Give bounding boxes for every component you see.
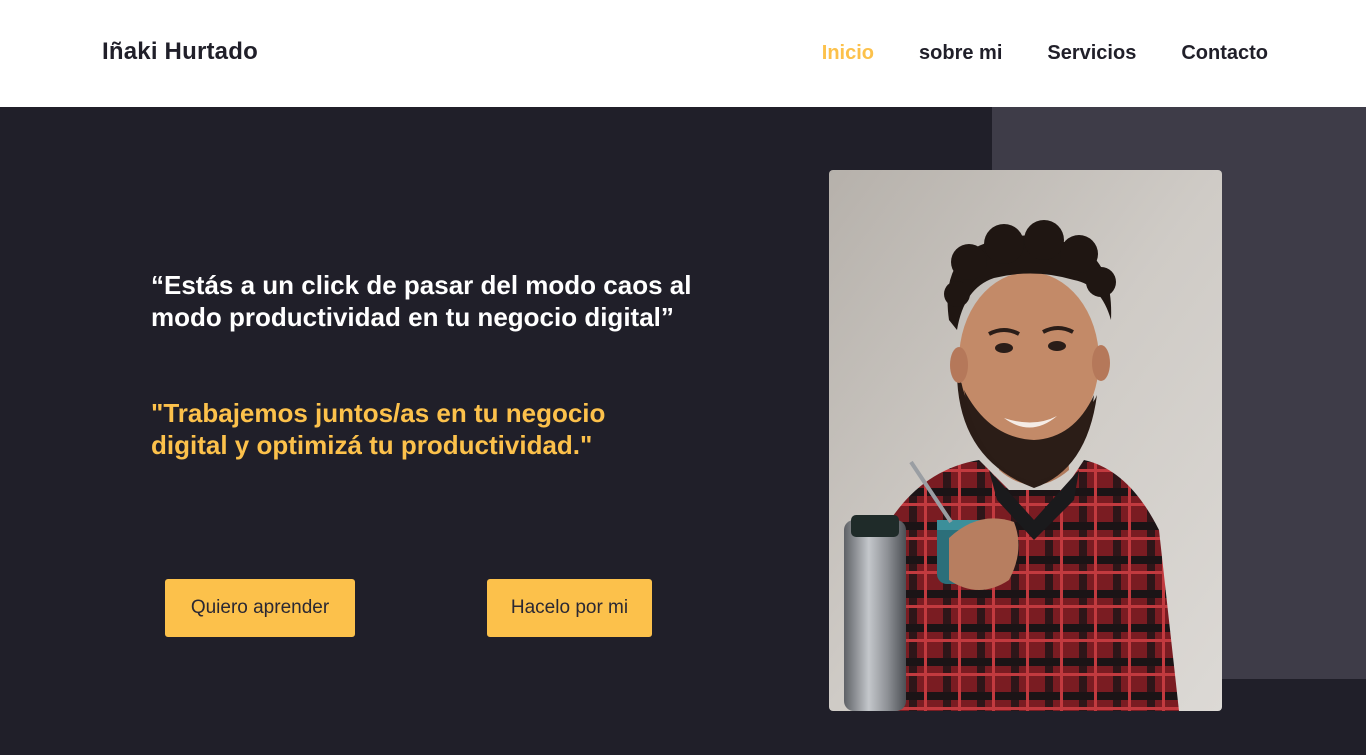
hero-tagline: "Trabajemos juntos/as en tu negocio digi…: [151, 398, 606, 460]
nav-item-inicio[interactable]: Inicio: [822, 42, 874, 65]
learn-button[interactable]: Quiero aprender: [165, 579, 355, 637]
nav-item-contacto[interactable]: Contacto: [1181, 42, 1268, 65]
profile-photo: [829, 170, 1222, 711]
nav-item-sobre-mi[interactable]: sobre mi: [919, 42, 1002, 65]
site-header: Iñaki Hurtado Inicio sobre mi Servicios …: [0, 0, 1366, 107]
nav-item-servicios[interactable]: Servicios: [1047, 42, 1136, 65]
do-it-for-me-button[interactable]: Hacelo por mi: [487, 579, 652, 637]
site-brand[interactable]: Iñaki Hurtado: [102, 38, 258, 66]
hero-quote: “Estás a un click de pasar del modo caos…: [151, 270, 692, 332]
hero-section: “Estás a un click de pasar del modo caos…: [0, 107, 1366, 755]
main-nav: Inicio sobre mi Servicios Contacto: [822, 42, 1268, 65]
